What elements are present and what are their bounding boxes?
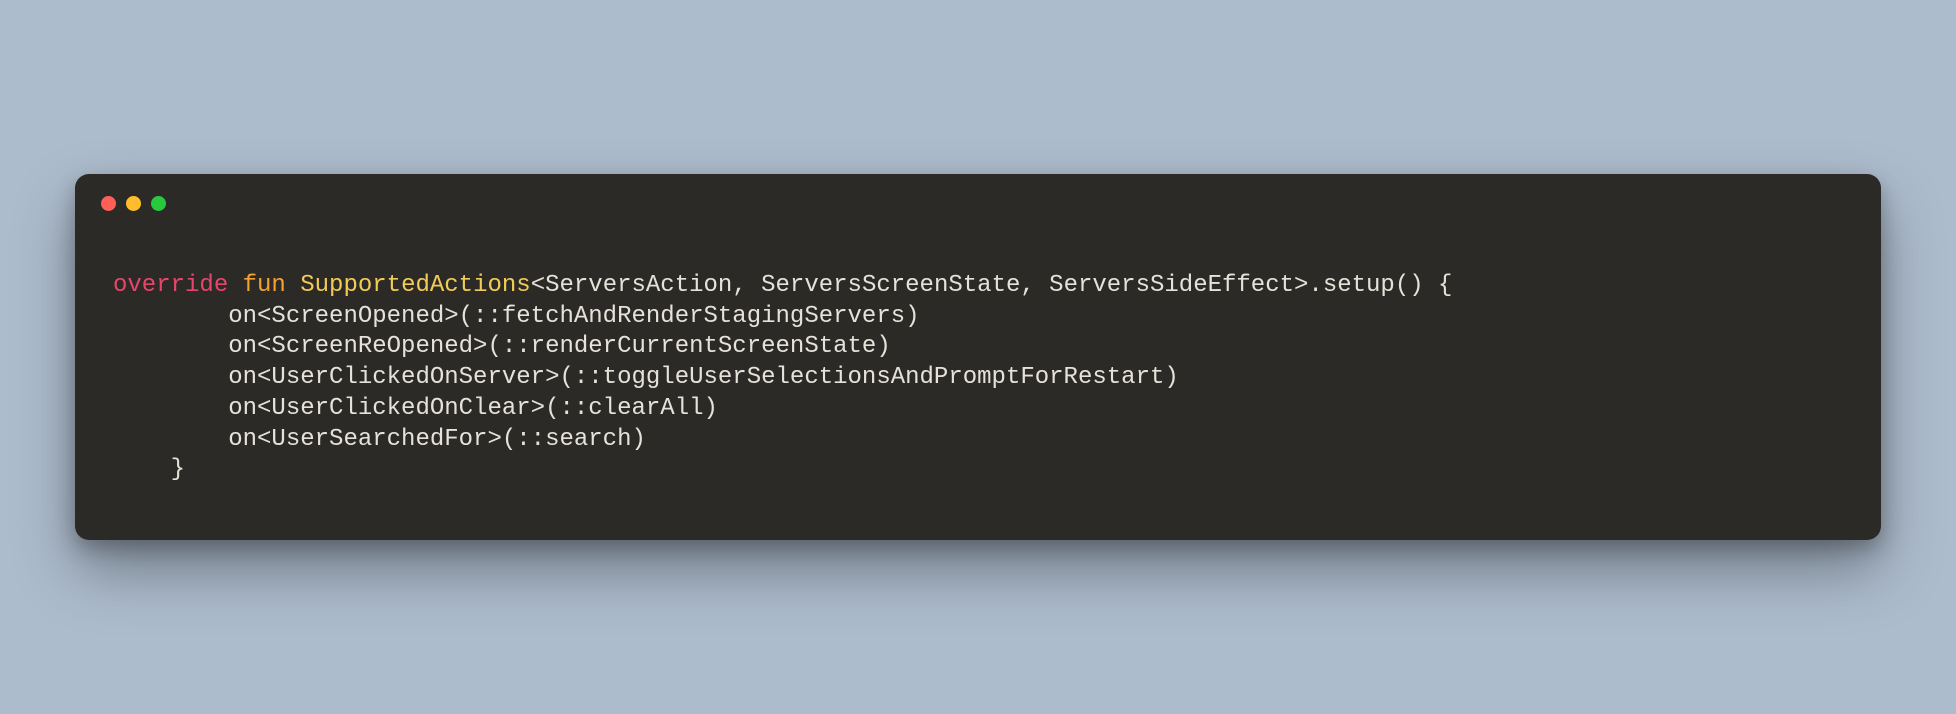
function-name: SupportedActions bbox=[300, 272, 530, 299]
code-block: override fun SupportedActions<ServersAct… bbox=[75, 221, 1881, 494]
code-line-4: on<UserClickedOnServer>(::toggleUserSele… bbox=[113, 364, 1179, 391]
code-line-3: on<ScreenReOpened>(::renderCurrentScreen… bbox=[113, 333, 891, 360]
code-line-6: on<UserSearchedFor>(::search) bbox=[113, 426, 646, 453]
keyword-fun: fun bbox=[243, 272, 286, 299]
code-text: <ServersAction, ServersScreenState, Serv… bbox=[531, 272, 1453, 299]
code-line-7: } bbox=[113, 456, 185, 483]
code-line-2: on<ScreenOpened>(::fetchAndRenderStaging… bbox=[113, 303, 920, 330]
code-line-1: override fun SupportedActions<ServersAct… bbox=[113, 272, 1452, 299]
zoom-icon[interactable] bbox=[151, 196, 166, 211]
code-line-5: on<UserClickedOnClear>(::clearAll) bbox=[113, 395, 718, 422]
close-icon[interactable] bbox=[101, 196, 116, 211]
minimize-icon[interactable] bbox=[126, 196, 141, 211]
keyword-override: override bbox=[113, 272, 228, 299]
code-window: override fun SupportedActions<ServersAct… bbox=[75, 174, 1881, 540]
window-titlebar bbox=[75, 174, 1881, 221]
